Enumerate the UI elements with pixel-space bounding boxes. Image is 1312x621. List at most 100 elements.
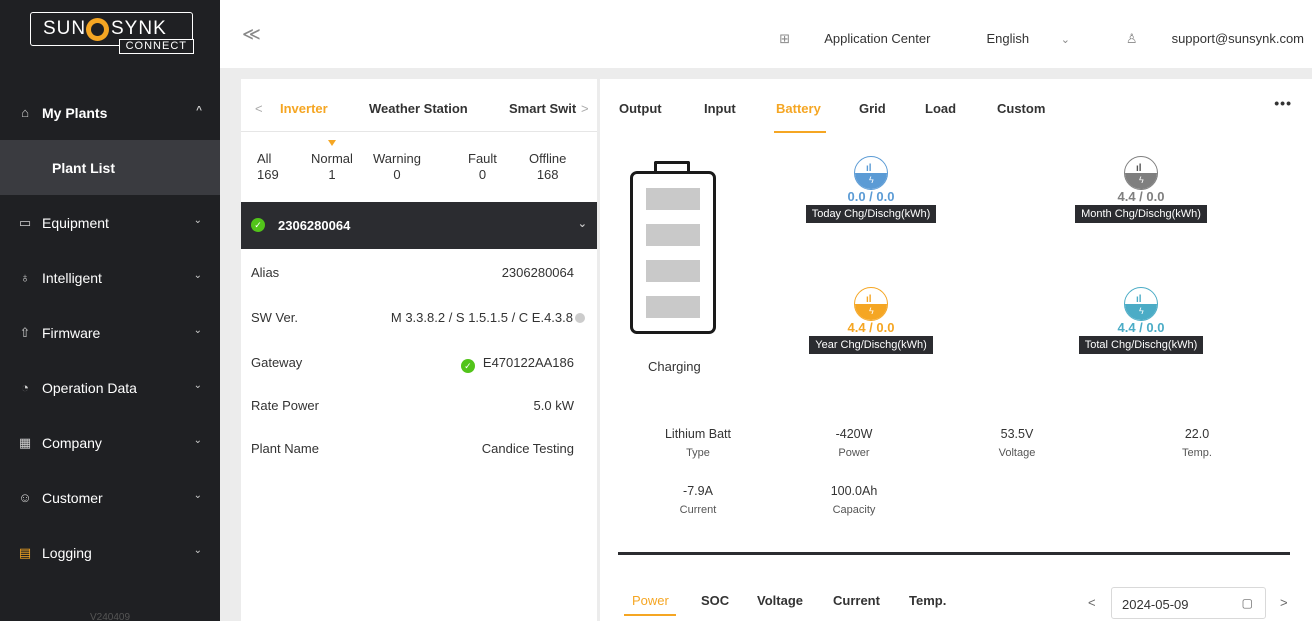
sidebar-item-label: Company [42,434,102,451]
apps-grid-icon: ⊞ [779,31,791,46]
filter-label: Normal [311,151,353,166]
help-icon[interactable] [575,313,585,323]
sidebar-item-label: Equipment [42,214,109,231]
logbook-icon: ▤ [18,544,32,560]
building-icon: ▦ [18,434,32,450]
user-menu[interactable]: ♙ support@sunsynk.com [1098,31,1304,47]
firmware-icon: ⇧ [19,324,31,340]
sidebar-item-operation-data[interactable]: ◔ Operation Data ⌄ [0,360,220,415]
logo-connect-text: CONNECT [118,39,194,54]
tab-battery[interactable]: Battery [776,101,821,116]
chevron-down-icon: ⌄ [193,435,202,446]
tab-weather-station[interactable]: Weather Station [369,101,468,116]
sidebar-item-intelligent[interactable]: ♁ Intelligent ⌄ [0,250,220,305]
sidebar-item-plant-list[interactable]: Plant List [0,140,220,195]
info-value: Candice Testing [481,441,574,456]
collapse-sidebar-icon[interactable]: ≪ [242,24,261,45]
filter-warning[interactable]: Warning 0 [373,151,421,183]
sidebar-item-logging[interactable]: ▤ Logging ⌄ [0,525,220,580]
energy-gauge-icon: ıl ϟ [854,287,888,321]
logo-sun-icon [86,18,109,41]
tab-voltage[interactable]: Voltage [757,593,803,608]
energy-value: 4.4 / 0.0 [1117,189,1165,204]
sunsynk-logo[interactable]: SUN SYNK CONNECT [30,12,194,54]
battery-panel: Output Input Battery Grid Load Custom ••… [600,79,1312,621]
sidebar-item-label: My Plants [42,104,108,121]
signal-bars-icon: ıl [866,294,872,305]
logo-sun-text: SUN [43,18,87,39]
filter-count: 169 [257,167,279,182]
users-icon: ☺ [18,490,32,505]
metric-temp: 22.0 Temp. [1137,427,1257,459]
filter-count: 0 [393,167,401,182]
signal-bars-icon: ıl [1136,163,1142,174]
more-options-icon[interactable]: ••• [1274,95,1292,111]
tabs-next-icon[interactable]: > [581,101,589,116]
tab-custom[interactable]: Custom [997,101,1045,116]
calendar-icon[interactable]: ▢ [1242,596,1253,610]
check-circle-icon: ✓ [251,218,265,232]
device-panel: < Inverter Weather Station Smart Swit > … [241,79,597,621]
metric-value: 22.0 [1184,427,1210,441]
sidebar-item-customer[interactable]: ☺ Customer ⌄ [0,470,220,525]
energy-today: ıl ϟ 0.0 / 0.0 Today Chg/Dischg(kWh) [791,156,951,223]
bulb-icon: ♁ [20,270,30,285]
chevron-down-icon: ⌄ [193,545,202,556]
sidebar-menu: ⌂ My Plants ^ Plant List ▭ Equipment ⌄ ♁… [0,85,220,580]
info-key: Rate Power [251,398,319,413]
metric-label: Voltage [998,447,1036,459]
tab-temp[interactable]: Temp. [909,593,946,608]
top-bar: ≪ ⊞ Application Center English ⌄ ♙ support… [220,0,1312,68]
tab-smart-switch[interactable]: Smart Swit [509,101,576,116]
filter-label: Fault [468,151,497,166]
bolt-icon: ϟ [1139,306,1144,316]
energy-gauge-icon: ıl ϟ [1124,156,1158,190]
chevron-down-icon: ⌄ [577,218,587,230]
metric-value: -420W [835,427,873,441]
battery-status: Charging [648,359,701,374]
metric-value: 53.5V [1000,427,1034,441]
sidebar-item-my-plants[interactable]: ⌂ My Plants ^ [0,85,220,140]
info-value: M 3.3.8.2 / S 1.5.1.5 / C E.4.3.8 [390,310,573,325]
sidebar: SUN SYNK CONNECT ⌂ My Plants ^ Plant Lis… [0,0,220,621]
tab-output[interactable]: Output [619,101,662,116]
tab-input[interactable]: Input [704,101,736,116]
filter-offline[interactable]: Offline 168 [529,151,566,183]
sidebar-item-label: Intelligent [42,269,102,286]
tab-grid[interactable]: Grid [859,101,886,116]
chevron-down-icon: ⌄ [1060,34,1070,46]
info-key: SW Ver. [251,310,298,325]
sidebar-item-company[interactable]: ▦ Company ⌄ [0,415,220,470]
tab-load[interactable]: Load [925,101,956,116]
application-center-link[interactable]: ⊞ Application Center [751,31,930,47]
battery-cell [646,188,700,210]
signal-bars-icon: ıl [866,163,872,174]
chevron-down-icon: ⌄ [193,270,202,281]
sidebar-item-label: Logging [42,544,92,561]
chevron-down-icon: ⌄ [193,325,202,336]
metric-label: Capacity [832,504,876,516]
language-select[interactable]: English ⌄ [958,31,1069,47]
filter-normal[interactable]: Normal 1 [311,140,353,183]
date-next-icon[interactable]: > [1280,595,1288,610]
energy-label: Total Chg/Dischg(kWh) [1078,336,1204,354]
tab-current[interactable]: Current [833,593,880,608]
tab-soc[interactable]: SOC [701,593,729,608]
tabs-prev-icon[interactable]: < [255,101,263,116]
logo-synk-text: SYNK [111,18,167,39]
home-icon: ⌂ [21,105,29,120]
sidebar-item-equipment[interactable]: ▭ Equipment ⌄ [0,195,220,250]
check-circle-icon: ✓ [460,359,475,373]
metric-label: Temp. [1182,447,1212,459]
selected-device-bar[interactable]: ✓ 2306280064 ⌄ [241,202,597,249]
sidebar-item-label: Plant List [52,159,116,176]
tab-power[interactable]: Power [632,593,669,608]
sidebar-item-firmware[interactable]: ⇧ Firmware ⌄ [0,305,220,360]
tab-inverter[interactable]: Inverter [280,101,328,116]
date-picker[interactable]: 2024-05-09 ▢ [1111,587,1266,619]
date-prev-icon[interactable]: < [1088,595,1096,610]
filter-fault[interactable]: Fault 0 [468,151,497,183]
metric-label: Power [838,447,870,459]
filter-all[interactable]: All 169 [257,151,279,183]
info-key: Plant Name [251,441,319,456]
